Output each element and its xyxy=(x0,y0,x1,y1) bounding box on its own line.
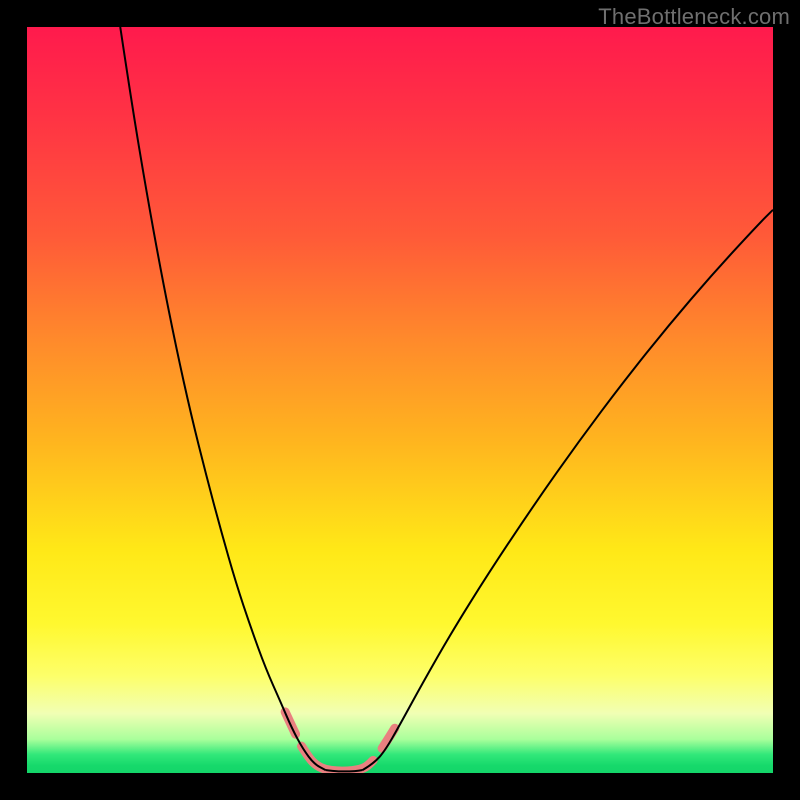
band-left-lower xyxy=(302,746,374,771)
curve-right xyxy=(363,210,773,770)
watermark-text: TheBottleneck.com xyxy=(598,4,790,30)
chart-frame: TheBottleneck.com xyxy=(0,0,800,800)
plot-area xyxy=(27,27,773,773)
curves-svg xyxy=(27,27,773,773)
curve-left xyxy=(120,27,325,770)
